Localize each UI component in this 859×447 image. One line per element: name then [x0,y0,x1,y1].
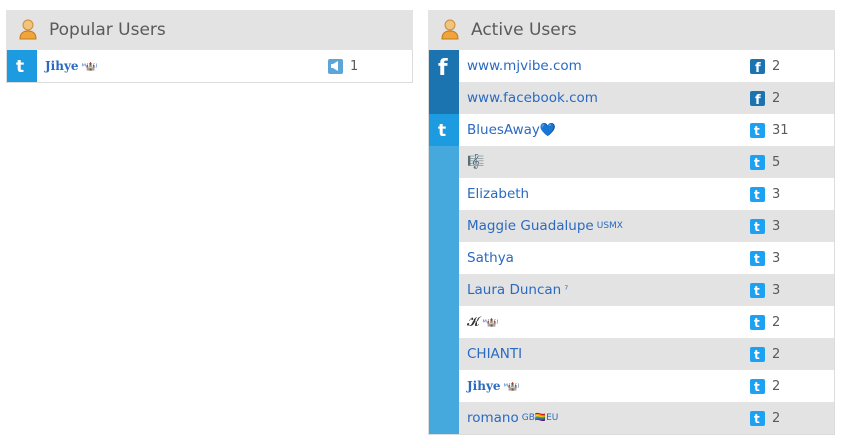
user-name[interactable]: Maggie Guadalupe [467,218,594,234]
svg-text:t: t [754,380,760,392]
twitter-icon: t [750,250,765,266]
user-count: 3 [772,250,781,266]
active-user-row[interactable]: Maggie Guadalupe USMX t3 [459,210,834,242]
active-user-row[interactable]: Jihye ᴹ🏰ᴶ t2 [459,370,834,402]
twitter-icon: t [429,114,459,146]
user-name[interactable]: 𝓚 [467,314,480,330]
twitter-icon: t [750,282,765,298]
twitter-group: t Jihye ᴹ🏰ᴶ 1 [7,50,412,82]
svg-text:t: t [754,188,760,200]
active-user-row[interactable]: www.facebook.com f 2 [459,82,834,114]
user-name[interactable]: Elizabeth [467,186,529,202]
twitter-column: t [429,114,459,434]
facebook-group: f www.mjvibe.com f 2 www.facebook.com f … [429,50,834,114]
svg-text:f: f [438,56,448,77]
active-user-row[interactable]: CHIANTI t2 [459,338,834,370]
user-suffix: ⁷ [564,284,569,296]
svg-text:t: t [754,124,760,136]
active-user-row[interactable]: www.mjvibe.com f 2 [459,50,834,82]
svg-text:t: t [754,348,760,360]
twitter-icon: t [750,314,765,330]
facebook-column: f [429,50,459,114]
svg-text:t: t [16,57,24,75]
user-suffix: GB🏳️‍🌈EU [521,413,559,423]
user-suffix: ᴹ🏰ᴶ [81,61,98,71]
popular-users-header: Popular Users [6,10,413,50]
user-icon [439,19,461,41]
user-name[interactable]: www.mjvibe.com [467,58,582,74]
twitter-column: t [7,50,37,82]
active-user-row[interactable]: Laura Duncan ⁷ t3 [459,274,834,306]
user-name[interactable]: Jihye [467,379,501,393]
megaphone-icon [328,58,343,74]
twitter-icon: t [750,410,765,426]
twitter-icon: t [750,186,765,202]
active-users-list: f www.mjvibe.com f 2 www.facebook.com f … [428,50,835,435]
active-user-row[interactable]: BluesAway 💙 t 31 [459,114,834,146]
svg-text:t: t [438,121,446,139]
user-name[interactable]: BluesAway [467,122,540,138]
heart-emoji: 💙 [539,122,557,138]
facebook-icon: f [750,58,765,74]
svg-text:t: t [754,316,760,328]
user-count: 2 [772,410,781,426]
popular-user-row[interactable]: Jihye ᴹ🏰ᴶ 1 [37,50,412,82]
user-icon [17,19,39,41]
active-users-panel: Active Users f www.mjvibe.com f 2 www.fa… [428,10,835,435]
twitter-icon: t [750,218,765,234]
user-suffix: ᴹ🏰ᴶ [482,317,499,327]
user-count: 2 [772,346,781,362]
twitter-icon: t [750,346,765,362]
user-count: 2 [772,314,781,330]
user-count: 3 [772,218,781,234]
facebook-icon: f [750,90,765,106]
user-count: 2 [772,378,781,394]
user-count: 3 [772,282,781,298]
user-name[interactable]: Jihye [45,59,79,73]
user-name[interactable]: Laura Duncan [467,282,561,298]
user-name[interactable]: CHIANTI [467,346,522,362]
active-user-row[interactable]: 🎼 t5 [459,146,834,178]
svg-text:t: t [754,220,760,232]
user-name[interactable]: www.facebook.com [467,90,598,106]
twitter-group: t BluesAway 💙 t 31 🎼 t5 Elizabeth t3 Maggi… [429,114,834,434]
svg-text:t: t [754,156,760,168]
svg-text:f: f [755,93,761,105]
user-name[interactable]: romano [467,410,519,426]
active-user-row[interactable]: romano GB🏳️‍🌈EU t2 [459,402,834,434]
user-count: 31 [772,122,789,138]
active-user-row[interactable]: Elizabeth t3 [459,178,834,210]
active-user-row[interactable]: 𝓚ᴹ🏰ᴶ t2 [459,306,834,338]
svg-text:t: t [754,252,760,264]
popular-users-title: Popular Users [49,20,166,40]
active-users-header: Active Users [428,10,835,50]
twitter-icon: t [750,154,765,170]
user-name[interactable]: Sathya [467,250,514,266]
user-count: 2 [772,58,781,74]
twitter-icon: t [7,50,37,82]
facebook-icon: f [429,50,459,82]
popular-users-list: t Jihye ᴹ🏰ᴶ 1 [6,50,413,83]
active-user-row[interactable]: Sathya t3 [459,242,834,274]
svg-text:t: t [754,284,760,296]
twitter-icon: t [750,378,765,394]
music-emoji[interactable]: 🎼 [467,154,484,170]
user-count: 1 [350,58,359,74]
active-users-title: Active Users [471,20,577,40]
user-suffix: ᴹ🏰ᴶ [503,381,520,391]
user-count: 2 [772,90,781,106]
user-suffix: USMX [596,221,623,231]
twitter-icon: t [750,122,765,138]
user-count: 3 [772,186,781,202]
svg-text:f: f [755,61,761,73]
user-count: 5 [772,154,781,170]
svg-text:t: t [754,412,760,424]
popular-users-panel: Popular Users t Jihye ᴹ🏰ᴶ 1 [6,10,413,83]
